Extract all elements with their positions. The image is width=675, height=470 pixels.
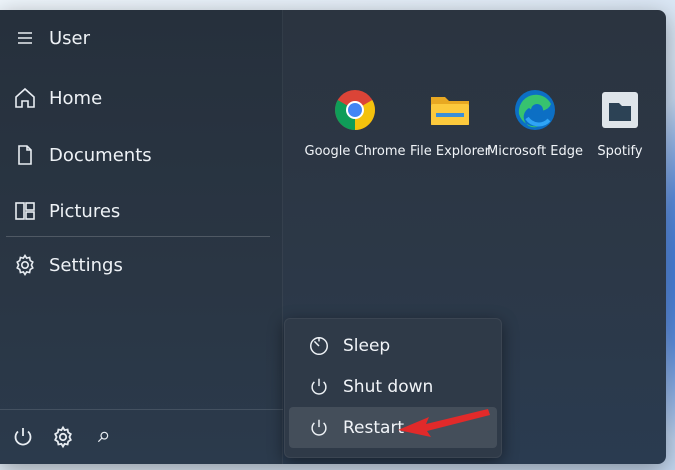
nav-item-pictures[interactable]: Pictures [12,196,120,226]
search-icon[interactable] [90,424,116,450]
sleep-option[interactable]: Sleep [289,325,497,366]
pinned-apps: Google Chrome File Explorer Microsoft Ed… [300,88,660,159]
app-google-chrome[interactable]: Google Chrome [300,88,410,159]
option-label: Restart [343,417,405,438]
app-microsoft-edge[interactable]: Microsoft Edge [487,88,584,159]
chrome-icon [333,88,377,132]
nav-item-label: Settings [49,254,123,276]
left-pane: User Home Documents Pictures Settings [0,10,283,464]
app-label: File Explorer [410,144,491,159]
user-name: User [49,27,91,49]
app-label: Microsoft Edge [487,144,584,159]
option-label: Sleep [343,335,391,356]
spotify-icon [598,88,642,132]
home-icon [12,85,38,111]
pointer-arrow-icon [398,409,490,437]
app-label: Google Chrome [304,144,406,159]
folder-icon [428,88,472,132]
start-menu: User Home Documents Pictures Settings Go… [0,10,666,464]
nav-item-label: Pictures [49,200,121,222]
document-icon [12,142,38,168]
edge-icon [513,88,557,132]
gear-icon [12,252,38,278]
app-file-explorer[interactable]: File Explorer [410,88,490,159]
shut-down-option[interactable]: Shut down [289,366,497,407]
restart-icon [307,416,331,440]
hamburger-icon [12,25,38,51]
power-icon [307,375,331,399]
nav-item-label: Home [49,87,103,109]
app-spotify[interactable]: Spotify [580,88,660,159]
nav-item-home[interactable]: Home [12,83,102,113]
power-icon[interactable] [10,424,36,450]
user-menu-button[interactable]: User [12,23,90,53]
gear-icon[interactable] [50,424,76,450]
nav-divider [6,236,270,237]
bottom-bar [0,409,283,464]
option-label: Shut down [343,376,434,397]
nav-item-settings[interactable]: Settings [12,250,123,280]
pictures-icon [12,198,38,224]
nav-item-documents[interactable]: Documents [12,140,152,170]
nav-item-label: Documents [49,144,152,166]
app-label: Spotify [597,144,643,159]
sleep-icon [307,334,331,358]
